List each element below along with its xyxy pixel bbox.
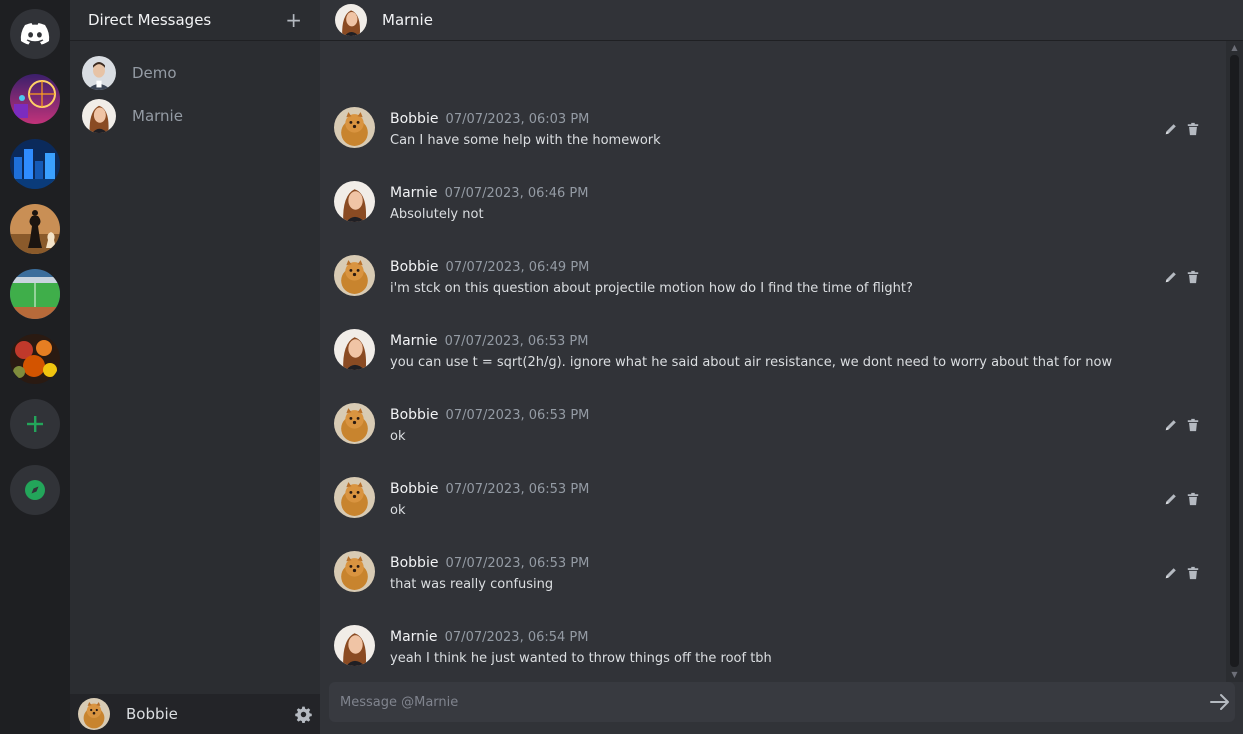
delete-trash-icon[interactable] [1186,417,1200,431]
message-timestamp: 07/07/2023, 06:49 PM [445,260,590,275]
message-author[interactable]: Bobbie [390,407,438,423]
server-city-night-icon[interactable] [10,139,60,189]
message: Bobbie 07/07/2023, 06:53 PM ok [334,477,1214,537]
delete-trash-icon[interactable] [1186,491,1200,505]
scrollbar-thumb[interactable] [1230,55,1239,667]
edit-pencil-icon[interactable] [1164,417,1178,431]
scroll-up-arrow-icon[interactable]: ▲ [1230,44,1239,52]
explore-servers-button[interactable] [10,465,60,515]
compass-icon [25,480,45,500]
message-text: ok [390,503,406,518]
plus-icon [27,416,43,432]
edit-pencil-icon[interactable] [1164,121,1178,135]
message-author[interactable]: Marnie [390,333,438,349]
message-list: Bobbie 07/07/2023, 06:03 PM Can I have s… [320,41,1226,682]
server-chess-icon[interactable] [10,204,60,254]
edit-pencil-icon[interactable] [1164,269,1178,283]
message-text: Can I have some help with the homework [390,133,661,148]
send-arrow-icon[interactable] [1210,693,1230,711]
server-ferris-wheel-icon[interactable] [10,74,60,124]
message-timestamp: 07/07/2023, 06:53 PM [445,408,590,423]
app: Direct Messages + Demo Marnie Bobbie Mar… [0,0,1243,734]
avatar[interactable] [334,107,375,148]
dm-item-label: Marnie [132,107,183,125]
message-timestamp: 07/07/2023, 06:03 PM [445,112,590,127]
avatar [82,99,116,133]
message-author[interactable]: Bobbie [390,481,438,497]
message-author[interactable]: Marnie [390,629,438,645]
avatar[interactable] [334,551,375,592]
avatar[interactable] [334,255,375,296]
message: Marnie 07/07/2023, 06:46 PM Absolutely n… [334,181,1214,241]
message: Marnie 07/07/2023, 06:54 PM yeah I think… [334,625,1214,685]
avatar[interactable] [78,698,110,730]
dm-item-label: Demo [132,64,177,82]
message-timestamp: 07/07/2023, 06:46 PM [444,186,589,201]
message-author[interactable]: Bobbie [390,111,438,127]
message-text: yeah I think he just wanted to throw thi… [390,651,772,666]
avatar[interactable] [334,329,375,370]
message: Marnie 07/07/2023, 06:53 PM you can use … [334,329,1214,389]
message-timestamp: 07/07/2023, 06:53 PM [445,482,590,497]
server-stadium-icon[interactable] [10,269,60,319]
message: Bobbie 07/07/2023, 06:03 PM Can I have s… [334,107,1214,167]
gear-icon[interactable] [295,706,312,723]
dm-sidebar: Direct Messages + Demo Marnie Bobbie [70,0,320,734]
scroll-down-arrow-icon[interactable]: ▼ [1230,671,1239,679]
message-text: you can use t = sqrt(2h/g). ignore what … [390,355,1113,370]
message-input[interactable] [340,694,1180,710]
server-rail [0,0,70,734]
message-author[interactable]: Marnie [390,185,438,201]
message-text: ok [390,429,406,444]
message: Bobbie 07/07/2023, 06:53 PM that was rea… [334,551,1214,611]
message: Bobbie 07/07/2023, 06:53 PM ok [334,403,1214,463]
chat-header: Marnie [320,0,1243,41]
message-text: Absolutely not [390,207,484,222]
message-author[interactable]: Bobbie [390,259,438,275]
discord-home-icon[interactable] [10,9,60,59]
chat-area: Marnie Bobbie 07/07/2023, 06:03 PM Can I… [320,0,1243,734]
current-username: Bobbie [126,705,178,723]
message-composer [329,682,1235,722]
delete-trash-icon[interactable] [1186,121,1200,135]
message-timestamp: 07/07/2023, 06:53 PM [445,556,590,571]
edit-pencil-icon[interactable] [1164,565,1178,579]
avatar[interactable] [334,181,375,222]
message-timestamp: 07/07/2023, 06:54 PM [444,630,589,645]
avatar [335,4,367,36]
message: Bobbie 07/07/2023, 06:49 PM i'm stck on … [334,255,1214,315]
dm-item-marnie[interactable]: Marnie [82,97,312,135]
dm-title: Direct Messages [88,11,212,29]
avatar[interactable] [334,477,375,518]
message-text: i'm stck on this question about projecti… [390,281,913,296]
dm-item-demo[interactable]: Demo [82,54,312,92]
avatar [82,56,116,90]
delete-trash-icon[interactable] [1186,269,1200,283]
delete-trash-icon[interactable] [1186,565,1200,579]
message-scrollbar[interactable]: ▲ ▼ [1226,41,1243,682]
add-server-button[interactable] [10,399,60,449]
server-food-icon[interactable] [10,334,60,384]
message-text: that was really confusing [390,577,554,592]
avatar[interactable] [334,403,375,444]
new-dm-button[interactable]: + [285,10,302,30]
avatar[interactable] [334,625,375,666]
message-author[interactable]: Bobbie [390,555,438,571]
message-timestamp: 07/07/2023, 06:53 PM [444,334,589,349]
dm-header: Direct Messages + [70,0,320,41]
user-panel: Bobbie [70,694,320,734]
chat-title: Marnie [382,11,433,29]
edit-pencil-icon[interactable] [1164,491,1178,505]
